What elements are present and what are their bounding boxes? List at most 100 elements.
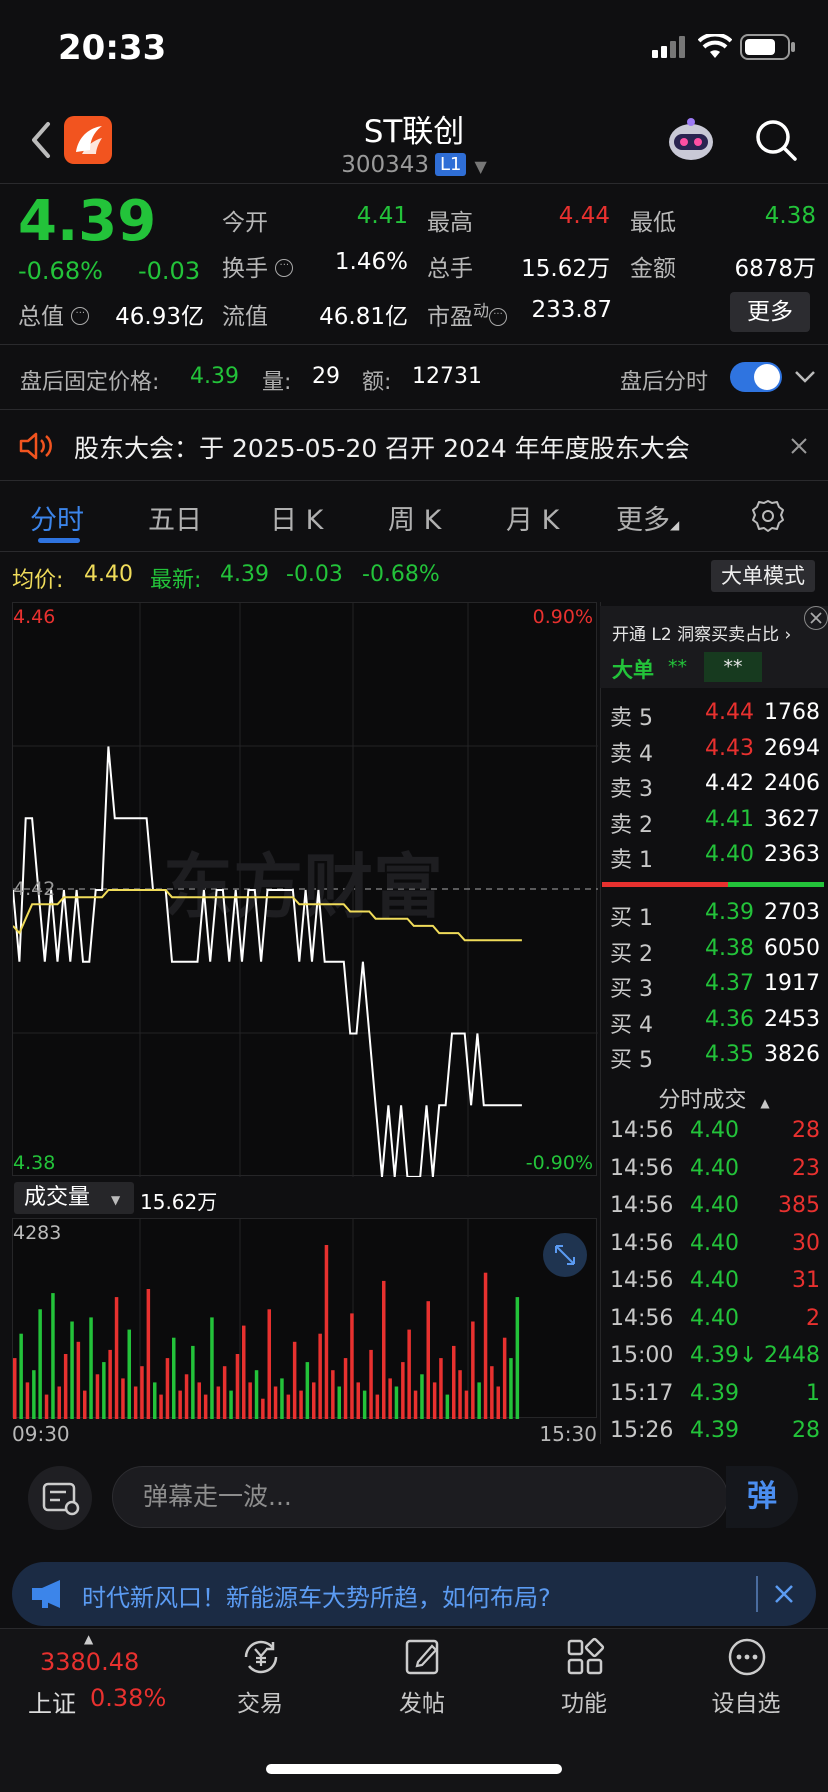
big-order-mode-button[interactable]: 大单模式 bbox=[711, 560, 815, 592]
info-dot-icon[interactable]: ··· bbox=[275, 259, 294, 277]
volume-bar bbox=[343, 1358, 348, 1419]
announcement-text[interactable]: 股东大会：于 2025-05-20 召开 2024 年年度股东大会 bbox=[74, 429, 690, 465]
tick-volume: 31 bbox=[792, 1268, 820, 1293]
after-hours-price-label: 盘后固定价格: bbox=[20, 370, 160, 395]
volume-max-label: 4283 bbox=[13, 1222, 61, 1244]
volume-bar bbox=[273, 1386, 278, 1419]
volume-bar bbox=[133, 1386, 138, 1419]
tab-monthly-k[interactable]: 月 K bbox=[506, 498, 559, 537]
volume-bar bbox=[471, 1321, 475, 1419]
l2-promo-text[interactable]: 开通 L2 洞察买卖占比 › bbox=[612, 620, 791, 645]
l2-promo-card[interactable]: 开通 L2 洞察买卖占比 › 大单 ** ** bbox=[600, 606, 828, 688]
chart-tabs: 分时 五日 日 K 周 K 月 K 更多◢ bbox=[0, 482, 828, 552]
tab-more[interactable]: 更多◢ bbox=[616, 498, 679, 537]
bid-price: 4.37 bbox=[705, 971, 754, 996]
bid-label: 买 5 bbox=[610, 1048, 653, 1073]
search-icon[interactable] bbox=[752, 116, 800, 164]
volume-bar bbox=[191, 1345, 195, 1419]
tick-row: 14:56 4.40 23 bbox=[608, 1156, 820, 1193]
mktcap-label[interactable]: 总值 ··· bbox=[18, 297, 90, 331]
index-name: 上证 bbox=[28, 1690, 76, 1718]
ask-row[interactable]: 卖 4 4.43 2694 bbox=[610, 736, 820, 771]
high-value: 4.44 bbox=[558, 203, 610, 229]
expand-button[interactable] bbox=[543, 1233, 587, 1277]
ad-text[interactable]: 时代新风口！新能源车大势所趋，如何布局? bbox=[82, 1578, 551, 1613]
bid-row[interactable]: 买 4 4.36 2453 bbox=[610, 1007, 820, 1042]
bid-row[interactable]: 买 3 4.37 1917 bbox=[610, 971, 820, 1006]
tab-daily-k[interactable]: 日 K bbox=[270, 498, 323, 537]
tick-time: 15:00 bbox=[610, 1343, 674, 1368]
danmaku-send-button[interactable]: 弹 bbox=[726, 1466, 798, 1528]
close-icon[interactable] bbox=[774, 1584, 794, 1604]
volume-bar bbox=[70, 1321, 74, 1419]
bid-volume: 3826 bbox=[764, 1042, 820, 1067]
volume-bar bbox=[121, 1378, 125, 1419]
latest-label: 最新: bbox=[150, 568, 202, 593]
bid-price: 4.39 bbox=[705, 900, 754, 925]
tick-volume: 2 bbox=[806, 1305, 820, 1331]
bid-row[interactable]: 买 5 4.35 3826 bbox=[610, 1042, 820, 1077]
gear-icon[interactable] bbox=[750, 498, 786, 534]
turnover-label[interactable]: 换手 ··· bbox=[222, 249, 294, 283]
robot-assistant-icon[interactable] bbox=[664, 114, 718, 168]
intraday-price-chart[interactable]: 东方财富 4.46 4.42 4.38 0.90% -0.90% bbox=[12, 602, 598, 1178]
status-time: 20:33 bbox=[58, 28, 167, 68]
more-button[interactable]: 更多 bbox=[730, 292, 810, 332]
more-dots-icon bbox=[728, 1638, 766, 1676]
volume-bar bbox=[76, 1341, 81, 1419]
average-price-row: 均价: 4.40 最新: 4.39 -0.03 -0.68% bbox=[0, 556, 828, 598]
index-ticker[interactable]: ▲ 3380.48 上证 0.38% bbox=[20, 1632, 180, 1732]
dropdown-triangle-icon: ▼ bbox=[111, 1193, 121, 1207]
price-line bbox=[12, 746, 522, 1178]
bid-row[interactable]: 买 2 4.38 6050 bbox=[610, 936, 820, 971]
chevron-down-icon[interactable] bbox=[794, 370, 816, 384]
ask-row[interactable]: 卖 3 4.42 2406 bbox=[610, 771, 820, 806]
tick-volume: 23 bbox=[792, 1155, 820, 1181]
tab-intraday[interactable]: 分时 bbox=[30, 498, 84, 537]
ask-row[interactable]: 卖 1 4.40 2363 bbox=[610, 842, 820, 877]
pe-label[interactable]: 市盈动 ··· bbox=[427, 297, 508, 332]
tick-price: 4.39 bbox=[690, 1418, 739, 1443]
volume-bar bbox=[280, 1378, 284, 1419]
volume-bar bbox=[458, 1370, 462, 1419]
volume-label: 总手 bbox=[427, 256, 473, 282]
info-dot-icon[interactable]: ··· bbox=[489, 307, 508, 326]
tick-price: 4.40 bbox=[690, 1193, 739, 1218]
wifi-icon bbox=[698, 34, 732, 58]
after-hours-vol-label: 量: bbox=[262, 370, 292, 395]
info-dot-icon[interactable]: ··· bbox=[71, 307, 90, 325]
ticks-title[interactable]: 分时成交 ▲ bbox=[600, 1082, 828, 1114]
chevron-down-icon[interactable]: ▼ bbox=[474, 157, 486, 176]
bid-label: 买 3 bbox=[610, 977, 653, 1002]
tab-five-day[interactable]: 五日 bbox=[148, 498, 202, 537]
volume-bar bbox=[114, 1297, 119, 1419]
volume-indicator-selector[interactable]: 成交量 ▼ bbox=[14, 1182, 134, 1214]
ask-volume: 2406 bbox=[764, 771, 820, 796]
status-bar: 20:33 bbox=[0, 0, 828, 100]
announcement-bar[interactable]: 股东大会：于 2025-05-20 召开 2024 年年度股东大会 bbox=[0, 411, 828, 481]
time-axis: 09:30 15:30 bbox=[12, 1420, 597, 1448]
battery-icon bbox=[740, 34, 795, 60]
volume-chart[interactable]: 4283 bbox=[12, 1218, 597, 1419]
tick-price: 4.40 bbox=[690, 1118, 739, 1143]
bid-row[interactable]: 买 1 4.39 2703 bbox=[610, 900, 820, 935]
danmaku-settings-button[interactable] bbox=[28, 1466, 92, 1530]
tick-time: 14:56 bbox=[610, 1305, 674, 1331]
after-hours-amt: 12731 bbox=[412, 364, 482, 389]
ad-divider bbox=[756, 1576, 758, 1612]
volume-bar bbox=[222, 1366, 227, 1419]
volume-bar bbox=[229, 1390, 233, 1419]
ask-row[interactable]: 卖 5 4.44 1768 bbox=[610, 700, 820, 735]
volume-bar bbox=[407, 1329, 411, 1419]
volume-bar bbox=[178, 1390, 182, 1419]
ask-row[interactable]: 卖 2 4.41 3627 bbox=[610, 807, 820, 842]
danmaku-input[interactable]: 弹幕走一波... bbox=[112, 1466, 728, 1528]
ask-label: 卖 4 bbox=[610, 741, 653, 767]
close-icon[interactable] bbox=[790, 437, 808, 455]
tab-weekly-k[interactable]: 周 K bbox=[388, 498, 441, 537]
l2-promo-close[interactable] bbox=[804, 606, 828, 630]
tick-row: 14:56 4.40 385 bbox=[608, 1193, 820, 1230]
volume-bar bbox=[203, 1394, 208, 1419]
after-hours-toggle-label: 盘后分时 bbox=[620, 370, 709, 395]
ad-banner[interactable]: 时代新风口！新能源车大势所趋，如何布局? bbox=[12, 1562, 816, 1626]
